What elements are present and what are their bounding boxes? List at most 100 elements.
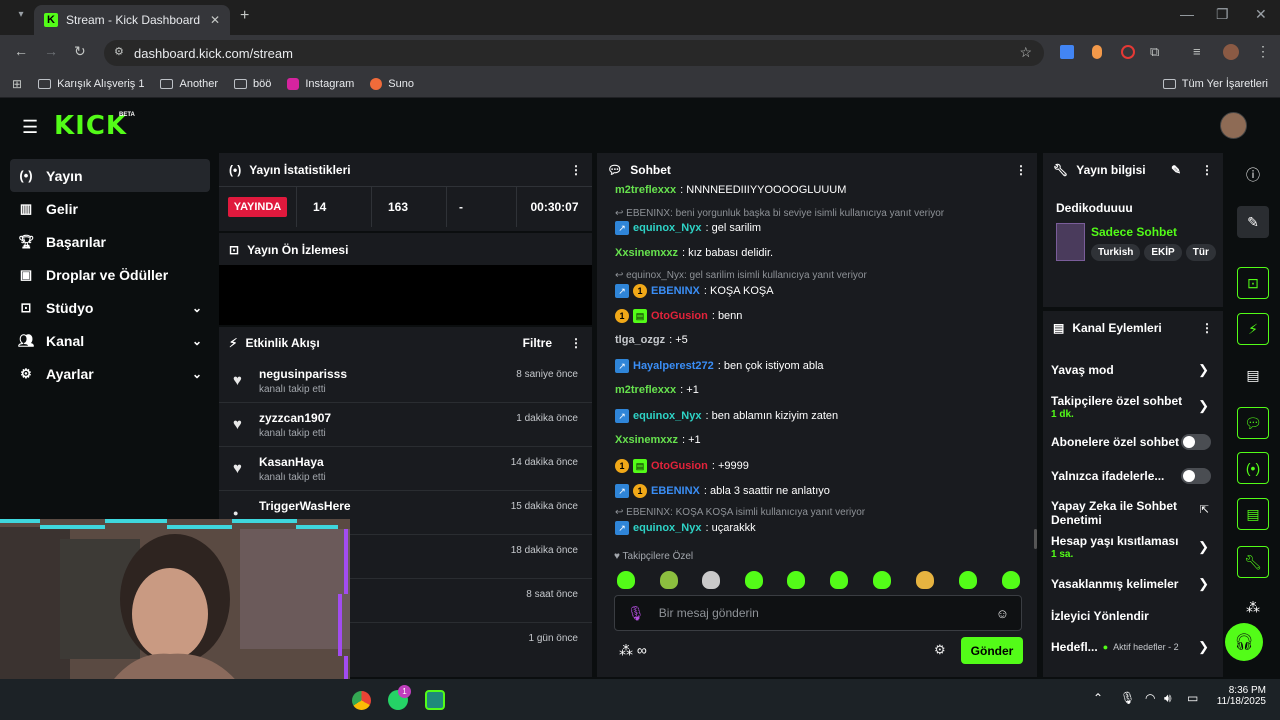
activity-username[interactable]: zyzzcan1907 bbox=[259, 411, 331, 425]
chat-username[interactable]: Xxsinemxxz bbox=[615, 247, 678, 259]
edit-icon[interactable]: ✎ bbox=[1237, 206, 1269, 238]
chat-username[interactable]: Xxsinemxxz bbox=[615, 434, 678, 446]
emoji-picker-icon[interactable]: ☺ bbox=[996, 606, 1009, 621]
bookmark-instagram[interactable]: Instagram bbox=[287, 77, 354, 90]
mic-icon[interactable]: 🎙︎ bbox=[627, 605, 645, 622]
more-options-icon[interactable]: ⋮ bbox=[570, 336, 582, 350]
chevron-right-icon[interactable]: ❯ bbox=[1198, 362, 1209, 378]
sidebar-item-yayin[interactable]: (•) Yayın bbox=[10, 159, 210, 192]
chat-settings-icon[interactable]: ⚙ bbox=[934, 642, 946, 658]
chat-username[interactable]: equinox_Nyx bbox=[633, 410, 701, 422]
chat-scrollbar[interactable] bbox=[1034, 529, 1037, 549]
chat-username[interactable]: EBENINX bbox=[651, 285, 700, 297]
more-options-icon[interactable]: ⋮ bbox=[570, 163, 582, 177]
tag-chip[interactable]: Tür bbox=[1185, 244, 1216, 261]
chevron-right-icon[interactable]: ❯ bbox=[1198, 639, 1209, 655]
share-icon[interactable]: ⁂ bbox=[1237, 591, 1269, 623]
chat-username[interactable]: m2treflexxx bbox=[615, 184, 676, 196]
profile-avatar-icon[interactable] bbox=[1223, 44, 1239, 60]
activity-toggle-icon[interactable]: ⚡︎ bbox=[1237, 313, 1269, 345]
support-headset-icon[interactable]: 🎧︎ bbox=[1225, 623, 1263, 661]
app-taskbar-icon[interactable] bbox=[425, 690, 445, 710]
back-icon[interactable]: ← bbox=[14, 43, 28, 59]
tag-chip[interactable]: EKİP bbox=[1144, 244, 1182, 261]
account-age-row[interactable]: Hesap yaşı kısıtlaması 1 sa. bbox=[1051, 534, 1221, 560]
sidebar-item-basarilar[interactable]: 🏆︎ Başarılar bbox=[10, 225, 210, 258]
activity-username[interactable]: negusinparisss bbox=[259, 367, 347, 381]
chat-username[interactable]: OtoGusion bbox=[651, 460, 708, 472]
send-button[interactable]: Gönder bbox=[961, 637, 1023, 664]
chat-username[interactable]: equinox_Nyx bbox=[633, 222, 701, 234]
sidebar-item-ayarlar[interactable]: ⚙ Ayarlar ⌄ bbox=[10, 357, 210, 390]
microphone-icon[interactable]: 🎙︎ bbox=[1120, 691, 1135, 705]
forward-icon[interactable]: → bbox=[44, 43, 58, 59]
chrome-taskbar-icon[interactable] bbox=[352, 691, 371, 710]
broadcast-toggle-icon[interactable]: (•) bbox=[1237, 452, 1269, 484]
apps-grid-icon[interactable]: ⊞ bbox=[12, 77, 22, 91]
followers-chat-row[interactable]: Takipçilere özel sohbet 1 dk. bbox=[1051, 394, 1221, 420]
volume-icon[interactable]: 🔊︎ bbox=[1164, 691, 1172, 706]
wifi-icon[interactable]: ◠ bbox=[1145, 691, 1155, 705]
actions-toggle-icon[interactable]: ▤ bbox=[1237, 498, 1269, 530]
activity-username[interactable]: TriggerWasHere bbox=[259, 499, 351, 513]
activity-username[interactable]: KasanHaya bbox=[259, 455, 324, 469]
bookmark-folder[interactable]: böö bbox=[234, 78, 271, 90]
tab-list-icon[interactable]: ▾ bbox=[12, 9, 30, 27]
sidebar-item-gelir[interactable]: ▥ Gelir bbox=[10, 192, 210, 225]
all-bookmarks[interactable]: Tüm Yer İşaretleri bbox=[1162, 78, 1268, 90]
bits-icon[interactable]: ⁂ ∞ bbox=[619, 642, 647, 659]
adblock-extension-icon[interactable] bbox=[1121, 45, 1135, 59]
clock[interactable]: 8:36 PM 11/18/2025 bbox=[1210, 685, 1266, 707]
emotes-only-toggle[interactable] bbox=[1181, 468, 1211, 484]
maximize-icon[interactable]: ❐ bbox=[1216, 6, 1229, 23]
banned-words-row[interactable]: Yasaklanmış kelimeler bbox=[1051, 577, 1221, 591]
close-tab-icon[interactable]: ✕ bbox=[210, 13, 220, 27]
user-avatar[interactable] bbox=[1220, 112, 1247, 139]
chat-username[interactable]: OtoGusion bbox=[651, 310, 708, 322]
chat-username[interactable]: m2treflexxx bbox=[615, 384, 676, 396]
chevron-right-icon[interactable]: ❯ bbox=[1198, 576, 1209, 592]
chat-input[interactable]: 🎙︎ Bir mesaj gönderin ☺ bbox=[614, 595, 1022, 631]
emote-icon[interactable] bbox=[745, 571, 763, 589]
emote-icon[interactable] bbox=[787, 571, 805, 589]
hamburger-menu-icon[interactable]: ☰ bbox=[22, 117, 38, 138]
category-thumbnail[interactable] bbox=[1056, 223, 1085, 261]
external-link-icon[interactable]: ⇱ bbox=[1200, 503, 1209, 516]
filter-button[interactable]: Filtre bbox=[523, 336, 552, 350]
emote-icon[interactable] bbox=[702, 571, 720, 589]
sidebar-item-kanal[interactable]: 👥︎ Kanal ⌄ bbox=[10, 324, 210, 357]
chat-username[interactable]: Hayalperest272 bbox=[633, 360, 714, 372]
notes-icon[interactable]: ▤ bbox=[1237, 359, 1269, 391]
site-info-icon[interactable]: ⚙ bbox=[114, 45, 124, 58]
extensions-puzzle-icon[interactable]: ⧉ bbox=[1150, 44, 1159, 60]
emote-icon[interactable] bbox=[1002, 571, 1020, 589]
bookmark-folder[interactable]: Karışık Alışveriş 1 bbox=[38, 78, 144, 90]
url-bar[interactable]: ⚙ dashboard.kick.com/stream ☆ bbox=[104, 40, 1044, 66]
chevron-right-icon[interactable]: ❯ bbox=[1198, 398, 1209, 414]
tag-chip[interactable]: Turkish bbox=[1091, 244, 1141, 261]
browser-menu-icon[interactable]: ⋮ bbox=[1256, 43, 1270, 60]
chat-username[interactable]: equinox_Nyx bbox=[633, 522, 701, 534]
bookmark-folder[interactable]: Another bbox=[160, 78, 218, 90]
translate-extension-icon[interactable] bbox=[1060, 45, 1074, 59]
emote-icon[interactable] bbox=[617, 571, 635, 589]
bookmark-star-icon[interactable]: ☆ bbox=[1019, 44, 1032, 61]
battery-icon[interactable]: ▭ bbox=[1187, 691, 1198, 705]
emote-icon[interactable] bbox=[830, 571, 848, 589]
redirect-viewers-row[interactable]: İzleyici Yönlendir bbox=[1051, 609, 1221, 623]
emote-icon[interactable] bbox=[660, 571, 678, 589]
sidebar-item-studyo[interactable]: ⊡ Stüdyo ⌄ bbox=[10, 291, 210, 324]
edit-pencil-icon[interactable]: ✎ bbox=[1171, 163, 1181, 177]
ai-moderation-row[interactable]: Yapay Zeka ile Sohbet Denetimi bbox=[1051, 499, 1221, 527]
more-options-icon[interactable]: ⋮ bbox=[1201, 163, 1213, 177]
preview-toggle-icon[interactable]: ⊡ bbox=[1237, 267, 1269, 299]
sidebar-item-droplar[interactable]: ▣ Droplar ve Ödüller bbox=[10, 258, 210, 291]
slow-mode-row[interactable]: Yavaş mod bbox=[1051, 363, 1221, 377]
new-tab-icon[interactable]: + bbox=[240, 7, 249, 25]
goals-row[interactable]: Hedefl... ● Aktif hedefler - 2 bbox=[1051, 640, 1221, 654]
reload-icon[interactable]: ↻ bbox=[74, 43, 86, 60]
subscribers-chat-toggle[interactable] bbox=[1181, 434, 1211, 450]
chat-username[interactable]: tlga_ozgz bbox=[615, 334, 665, 346]
wrench-toggle-icon[interactable]: 🔧︎ bbox=[1237, 546, 1269, 578]
tray-chevron-icon[interactable]: ⌃ bbox=[1093, 691, 1103, 705]
